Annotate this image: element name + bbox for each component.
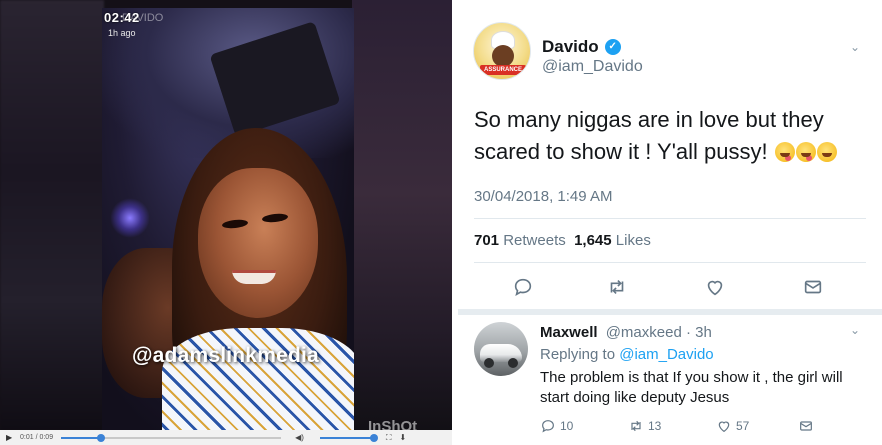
replying-prefix: Replying to xyxy=(540,346,616,363)
seek-fill xyxy=(61,436,101,439)
heart-icon[interactable] xyxy=(702,274,728,300)
story-posted-ago: 1h ago xyxy=(108,28,136,38)
play-icon[interactable]: ▶ xyxy=(6,433,16,442)
chevron-down-icon[interactable]: ⌄ xyxy=(850,40,860,54)
divider xyxy=(474,218,866,219)
author-avatar[interactable]: ASSURANCE xyxy=(473,22,531,80)
author-name[interactable]: Davido xyxy=(542,37,599,57)
reply-actions: 10 13 57 xyxy=(540,418,870,438)
reply-age: · 3h xyxy=(685,324,712,341)
player-time: 0:01 / 0:09 xyxy=(20,434,54,441)
verified-badge-icon: ✓ xyxy=(604,39,621,55)
reply-tweet[interactable]: Maxwell @maxkeed · 3h ⌄ Replying to @iam… xyxy=(458,318,882,445)
video-player[interactable]: DAVIDO 02:42 1h ago @adamslinkmedia InSh… xyxy=(0,0,452,445)
winking-tongue-emoji-icon xyxy=(795,142,816,162)
avatar-figure xyxy=(492,45,514,67)
face xyxy=(198,168,318,318)
message-icon[interactable] xyxy=(800,274,826,300)
replying-mention[interactable]: @iam_Davido xyxy=(619,346,713,363)
story-clock: 02:42 xyxy=(104,10,140,25)
grinning-emoji-icon xyxy=(816,142,837,162)
video-blur-left xyxy=(0,0,104,430)
reply-reply-count: 10 xyxy=(560,419,574,433)
retweet-icon xyxy=(631,420,641,432)
tweet-text-content: So many niggas are in love but they scar… xyxy=(474,107,824,164)
heart-icon xyxy=(718,421,730,433)
car-wheel xyxy=(484,358,494,368)
seek-bar[interactable] xyxy=(61,433,282,442)
car-wheel xyxy=(508,358,518,368)
winking-tongue-emoji-icon xyxy=(774,142,795,162)
tweet-actions xyxy=(458,270,882,304)
volume-slider[interactable] xyxy=(319,433,378,442)
likes-count[interactable]: 1,645 xyxy=(574,232,612,249)
retweet-icon[interactable] xyxy=(604,274,630,300)
section-separator xyxy=(458,309,882,315)
player-controls: ▶ 0:01 / 0:09 ◀) ⛶ ⬇ xyxy=(0,430,452,445)
tweet-text: So many niggas are in love but they scar… xyxy=(474,104,874,168)
avatar-banner: ASSURANCE xyxy=(480,65,526,75)
download-icon[interactable]: ⬇ xyxy=(400,433,407,442)
reply-author-handle[interactable]: @maxkeed xyxy=(606,324,682,341)
author-handle[interactable]: @iam_Davido xyxy=(542,58,643,76)
retweets-count[interactable]: 701 xyxy=(474,232,499,249)
volume-icon[interactable]: ◀) xyxy=(295,433,304,442)
retweets-label[interactable]: Retweets xyxy=(503,232,566,249)
volume-handle[interactable] xyxy=(369,433,378,442)
video-watermark: @adamslinkmedia xyxy=(132,344,319,367)
video-blur-right xyxy=(352,0,452,430)
reply-message-button[interactable] xyxy=(798,418,814,434)
reply-like-button[interactable]: 57 xyxy=(716,418,749,434)
seek-handle[interactable] xyxy=(96,433,105,442)
chevron-down-icon[interactable]: ⌄ xyxy=(850,323,860,337)
reply-icon[interactable] xyxy=(510,274,536,300)
likes-label[interactable]: Likes xyxy=(616,232,651,249)
reply-like-count: 57 xyxy=(736,419,750,433)
reply-retweet-button[interactable]: 13 xyxy=(628,418,661,434)
tweet-date[interactable]: 30/04/2018, 1:49 AM xyxy=(474,188,612,205)
reply-header: Maxwell @maxkeed · 3h xyxy=(540,324,712,341)
fullscreen-icon[interactable]: ⛶ xyxy=(386,433,392,443)
reply-icon xyxy=(542,420,554,433)
tweet-card: ASSURANCE Davido ✓ @iam_Davido ⌄ So many… xyxy=(458,0,882,445)
tweet-stats: 701 Retweets 1,645 Likes xyxy=(474,232,651,249)
club-light xyxy=(110,198,150,238)
reply-text: The problem is that If you show it , the… xyxy=(540,369,843,406)
divider xyxy=(474,262,866,263)
author-name-row[interactable]: Davido ✓ xyxy=(542,37,621,57)
reply-author-name[interactable]: Maxwell xyxy=(540,324,598,341)
reply-reply-button[interactable]: 10 xyxy=(540,418,573,434)
replying-to: Replying to @iam_Davido xyxy=(540,346,714,363)
reply-author-avatar[interactable] xyxy=(474,322,528,376)
reply-retweet-count: 13 xyxy=(648,419,662,433)
message-icon xyxy=(800,421,812,431)
